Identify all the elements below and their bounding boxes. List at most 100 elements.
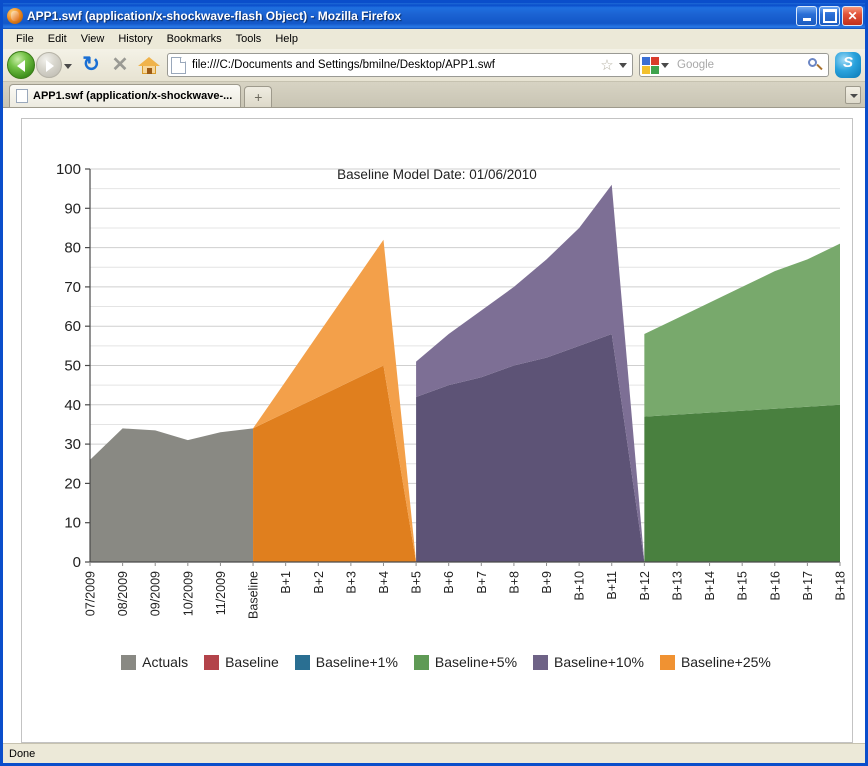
home-icon[interactable] xyxy=(136,52,162,78)
svg-text:Baseline: Baseline xyxy=(247,571,261,619)
google-icon xyxy=(642,56,659,74)
stop-icon[interactable]: ✕ xyxy=(107,52,133,78)
page-content: Baseline Model Date: 01/06/2010 0 10 20 30 4… xyxy=(3,108,865,743)
legend-swatch-baseline-1pct xyxy=(294,654,310,670)
svg-text:20: 20 xyxy=(64,475,81,492)
window-title: APP1.swf (application/x-shockwave-flash … xyxy=(27,9,402,23)
title-bar: APP1.swf (application/x-shockwave-flash … xyxy=(3,3,865,29)
chart-series-areas xyxy=(90,184,840,562)
svg-text:B+1: B+1 xyxy=(279,571,293,594)
menu-bookmarks[interactable]: Bookmarks xyxy=(160,31,229,47)
legend-item-baseline-5pct[interactable]: Baseline+5% xyxy=(413,654,517,670)
svg-text:B+7: B+7 xyxy=(475,571,489,594)
search-bar[interactable]: Google xyxy=(639,53,829,77)
address-bar-chevron-down-icon[interactable] xyxy=(616,55,630,75)
svg-text:B+12: B+12 xyxy=(638,571,652,601)
svg-text:B+16: B+16 xyxy=(768,571,782,601)
svg-text:B+11: B+11 xyxy=(605,571,619,600)
svg-text:90: 90 xyxy=(64,200,81,217)
legend-label-baseline: Baseline xyxy=(225,654,279,670)
tab-bar: APP1.swf (application/x-shockwave-... + xyxy=(3,82,865,108)
svg-text:100: 100 xyxy=(56,161,81,178)
menu-bar: File Edit View History Bookmarks Tools H… xyxy=(3,29,865,49)
svg-text:B+13: B+13 xyxy=(670,571,684,601)
maximize-button[interactable] xyxy=(819,6,840,26)
chevron-down-icon[interactable] xyxy=(62,55,74,75)
svg-text:B+6: B+6 xyxy=(442,571,456,594)
chart-y-tick-labels: 0 10 20 30 40 50 60 70 80 90 100 xyxy=(56,161,81,571)
menu-help[interactable]: Help xyxy=(268,31,305,47)
firefox-icon xyxy=(7,8,23,24)
legend-swatch-baseline-25pct xyxy=(659,654,675,670)
legend-label-baseline-1pct: Baseline+1% xyxy=(315,654,398,670)
legend-item-baseline-25pct[interactable]: Baseline+25% xyxy=(659,654,771,670)
tab-list-chevron-down-icon[interactable] xyxy=(845,86,861,104)
tab-favicon-icon xyxy=(16,89,28,103)
svg-text:0: 0 xyxy=(73,554,81,571)
chart-legend: Actuals Baseline Baseline+1% Baseline+5%… xyxy=(52,649,840,675)
tab-label: APP1.swf (application/x-shockwave-... xyxy=(33,90,233,102)
svg-text:B+4: B+4 xyxy=(377,571,391,594)
legend-label-baseline-25pct: Baseline+25% xyxy=(680,654,771,670)
legend-swatch-baseline-5pct xyxy=(413,654,429,670)
chart-x-tick-labels: 07/2009 08/2009 09/2009 10/2009 11/2009 Basel… xyxy=(84,571,848,619)
status-bar: Done xyxy=(3,743,865,763)
svg-text:B+8: B+8 xyxy=(507,571,521,594)
minimize-button[interactable] xyxy=(796,6,817,26)
svg-text:07/2009: 07/2009 xyxy=(84,571,98,616)
legend-label-baseline-10pct: Baseline+10% xyxy=(554,654,644,670)
menu-view[interactable]: View xyxy=(74,31,112,47)
search-input[interactable]: Google xyxy=(671,59,806,71)
svg-text:08/2009: 08/2009 xyxy=(116,571,130,616)
search-engine-chevron-down-icon[interactable] xyxy=(659,55,671,75)
svg-text:70: 70 xyxy=(64,279,81,296)
bookmark-star-icon[interactable]: ☆ xyxy=(598,58,616,73)
page-favicon-icon xyxy=(171,56,186,74)
new-tab-button[interactable]: + xyxy=(244,86,273,107)
skype-icon[interactable] xyxy=(835,52,861,78)
reload-icon[interactable]: ↻ xyxy=(78,52,104,78)
legend-swatch-baseline-10pct xyxy=(533,654,549,670)
legend-swatch-baseline xyxy=(204,654,220,670)
status-text: Done xyxy=(9,747,36,760)
url-text[interactable]: file:///C:/Documents and Settings/bmilne… xyxy=(192,59,598,71)
legend-item-baseline-1pct[interactable]: Baseline+1% xyxy=(294,654,398,670)
address-bar[interactable]: file:///C:/Documents and Settings/bmilne… xyxy=(167,53,633,77)
svg-text:B+17: B+17 xyxy=(801,571,815,601)
search-icon[interactable] xyxy=(806,55,826,75)
browser-window: APP1.swf (application/x-shockwave-flash … xyxy=(0,0,868,766)
close-button[interactable] xyxy=(842,6,863,26)
svg-text:B+5: B+5 xyxy=(410,571,424,594)
legend-item-baseline[interactable]: Baseline xyxy=(204,654,279,670)
svg-text:B+10: B+10 xyxy=(573,571,587,601)
menu-edit[interactable]: Edit xyxy=(41,31,74,47)
svg-text:B+14: B+14 xyxy=(703,571,717,601)
menu-file[interactable]: File xyxy=(9,31,41,47)
flash-application-panel: Baseline Model Date: 01/06/2010 0 10 20 30 4… xyxy=(21,118,853,743)
svg-text:11/2009: 11/2009 xyxy=(214,571,228,615)
legend-swatch-actuals xyxy=(121,654,137,670)
svg-text:B+9: B+9 xyxy=(540,571,554,594)
svg-text:10/2009: 10/2009 xyxy=(181,571,195,616)
svg-text:80: 80 xyxy=(64,240,81,257)
svg-text:60: 60 xyxy=(64,318,81,335)
stacked-area-chart: 0 10 20 30 40 50 60 70 80 90 100 07/2009 08/2009 09/… xyxy=(56,161,848,619)
navigation-toolbar: ↻ ✕ file:///C:/Documents and Settings/bm… xyxy=(3,49,865,82)
legend-label-actuals: Actuals xyxy=(142,654,189,670)
legend-item-baseline-10pct[interactable]: Baseline+10% xyxy=(533,654,644,670)
svg-text:40: 40 xyxy=(64,397,81,414)
svg-text:B+2: B+2 xyxy=(312,571,326,594)
svg-text:09/2009: 09/2009 xyxy=(149,571,163,616)
back-arrow-icon[interactable] xyxy=(7,51,35,79)
svg-text:30: 30 xyxy=(64,436,81,453)
tab-app1-swf[interactable]: APP1.swf (application/x-shockwave-... xyxy=(9,84,242,107)
svg-text:50: 50 xyxy=(64,358,81,375)
svg-text:B+3: B+3 xyxy=(344,571,358,594)
legend-item-actuals[interactable]: Actuals xyxy=(121,654,188,670)
forward-arrow-icon[interactable] xyxy=(36,52,62,78)
svg-text:10: 10 xyxy=(64,515,81,532)
menu-tools[interactable]: Tools xyxy=(229,31,269,47)
menu-history[interactable]: History xyxy=(111,31,159,47)
svg-text:B+18: B+18 xyxy=(834,571,848,601)
svg-text:B+15: B+15 xyxy=(736,571,750,601)
